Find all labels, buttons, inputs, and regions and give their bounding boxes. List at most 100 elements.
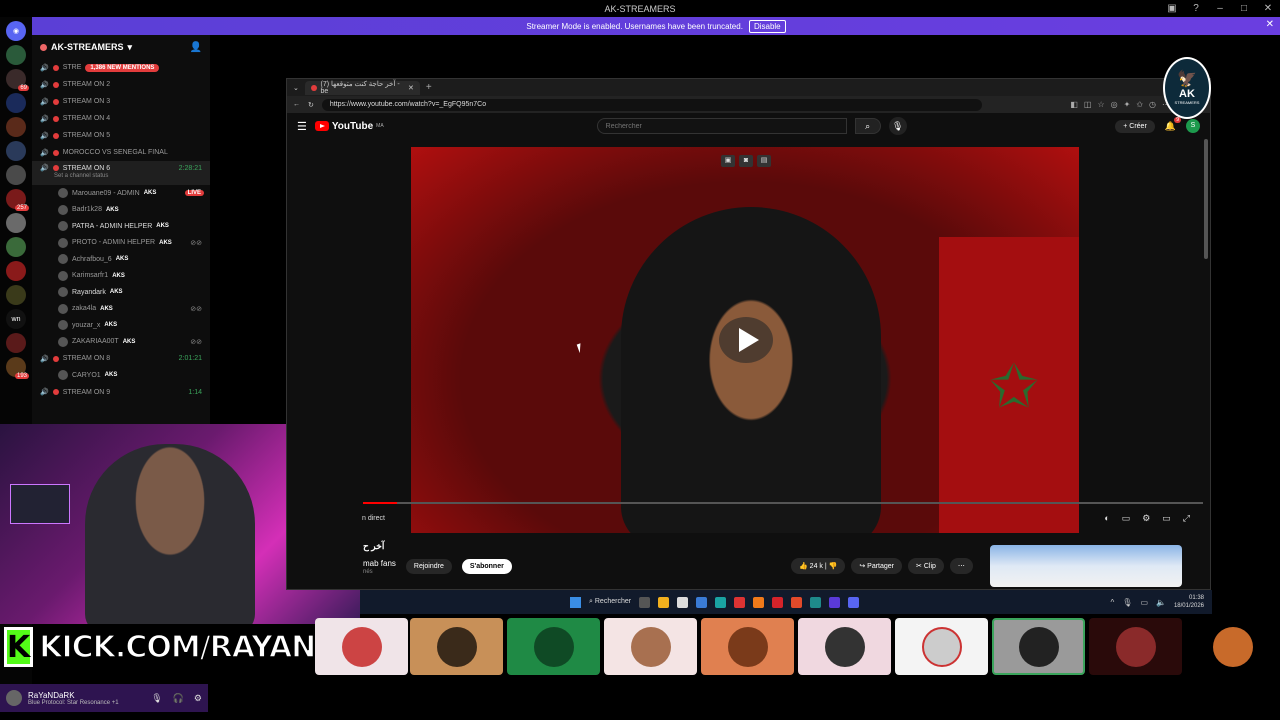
create-button[interactable]: + Créer [1115,119,1155,133]
voice-member[interactable]: PROTO - ADMIN HELPER AKS ⊘⊘ [32,235,210,252]
voice-search-icon[interactable]: 🎙 [888,117,907,135]
participant-tile[interactable] [798,618,891,675]
server-header[interactable]: AK-STREAMERS ▾ 👤 [32,35,210,59]
taskbar-search[interactable]: ⌕ Rechercher [589,598,631,606]
server-icon[interactable] [6,117,26,137]
discord-icon[interactable] [848,596,860,608]
server-icon[interactable] [6,141,26,161]
app-icon[interactable] [696,596,708,608]
file-explorer-icon[interactable] [658,596,670,608]
voice-member[interactable]: Rayandark AKS [32,284,210,301]
participant-tile[interactable] [604,618,697,675]
microphone-icon[interactable]: 🎙 [1122,598,1132,607]
server-icon[interactable] [6,213,26,233]
picture-in-picture-icon[interactable]: ▣ [721,155,735,167]
youtube-logo[interactable]: YouTube MA [314,121,384,132]
recommended-video-thumbnail[interactable] [990,545,1182,587]
gear-icon[interactable]: ⚙ [194,693,202,704]
channel-info[interactable]: mab fans nés [363,557,396,575]
microphone-icon[interactable]: 🎙 [151,693,162,704]
banner-close-icon[interactable]: ✕ [1266,19,1274,30]
server-icon[interactable] [6,237,26,257]
voice-channel[interactable]: 🔊 STRE 1,386 NEW MENTIONS [32,59,210,76]
extension-icon[interactable]: ◧ [1070,100,1078,109]
app-icon[interactable] [734,596,746,608]
participant-tile-speaking[interactable] [992,618,1085,675]
screenshot-icon[interactable]: ◙ [739,155,753,167]
voice-member[interactable]: PATRA - ADMIN HELPER AKS [32,218,210,235]
participant-tile[interactable] [701,618,794,675]
voice-member[interactable]: zaka4la AKS ⊘⊘ [32,301,210,318]
avatar[interactable] [6,690,22,706]
voice-channel[interactable]: 🔊 STREAM ON 8 2:01:21 [32,350,210,367]
favorites-icon[interactable]: ✩ [1136,100,1143,109]
close-icon[interactable]: ✕ [408,84,414,92]
maximize-icon[interactable]: □ [1232,0,1256,17]
server-icon[interactable] [6,165,26,185]
search-input[interactable] [596,118,847,134]
voice-member[interactable]: Marouane09 - ADMIN AKS LIVE [32,185,210,202]
user-info[interactable]: RaYaNDaRK Blue Protocol: Star Resonance … [28,691,119,706]
disable-streamer-mode-button[interactable]: Disable [748,19,786,33]
participant-tile[interactable] [1089,618,1182,675]
hamburger-menu-icon[interactable]: ☰ [297,120,307,133]
participant-tile[interactable] [315,618,408,675]
chevron-down-icon[interactable]: ⌄ [293,84,299,92]
url-field[interactable]: https://www.youtube.com/watch?v=_EgFQ95n… [321,98,982,111]
page-scrollbar[interactable] [1204,139,1208,259]
active-voice-channel[interactable]: 🔊 STREAM ON 6 2:28:21 Set a channel stat… [32,161,210,185]
share-button[interactable]: ↪ Partager [851,558,903,574]
server-icon[interactable]: 257 [6,189,29,211]
voice-channel[interactable]: 🔊 MOROCCO VS SENEGAL FINAL [32,144,210,161]
help-icon[interactable]: ? [1184,0,1208,17]
search-icon[interactable]: ⌕ [854,118,881,134]
server-icon[interactable]: 69 [6,69,29,91]
server-icon[interactable] [6,261,26,281]
reload-icon[interactable]: ↻ [308,101,314,109]
voice-member[interactable]: CARYO1 AKS [32,367,210,384]
store-icon[interactable] [677,596,689,608]
voice-channel[interactable]: 🔊 STREAM ON 5 [32,127,210,144]
voice-channel[interactable]: 🔊 STREAM ON 9 1:14 [32,384,210,401]
server-icon[interactable] [6,285,26,305]
server-icon[interactable]: 193 [6,357,29,379]
browser-tab[interactable]: (7) آخر حاجة كنت متوقعها - be ✕ [304,80,420,95]
participant-tile[interactable] [1186,618,1280,675]
fullscreen-icon[interactable]: ⤢ [1183,513,1190,524]
notifications-bell-icon[interactable]: 🔔 9 [1165,116,1181,132]
voice-channel[interactable]: 🔊 STREAM ON 2 [32,76,210,93]
back-icon[interactable]: ← [293,101,300,108]
extension-icon[interactable]: ◫ [1084,100,1092,109]
autoplay-toggle-icon[interactable]: ◐ [1104,513,1109,524]
voice-member[interactable]: youzar_x AKS [32,317,210,334]
voice-member[interactable]: Karimsarfr1 AKS [32,268,210,285]
server-icon[interactable] [6,93,26,113]
voice-channel[interactable]: 🔊 STREAM ON 3 [32,93,210,110]
voice-channel[interactable]: 🔊 STREAM ON 4 [32,110,210,127]
close-icon[interactable]: ✕ [1256,0,1280,17]
participant-tile[interactable] [895,618,988,675]
new-tab-icon[interactable]: + [426,82,432,93]
voice-member[interactable]: ZAKARIAA00T AKS ⊘⊘ [32,334,210,351]
subscribe-button[interactable]: S'abonner [461,558,512,574]
server-icon[interactable]: wn [6,309,26,329]
add-member-icon[interactable]: 👤 [190,42,202,53]
participant-tile[interactable] [507,618,600,675]
chevron-up-icon[interactable]: ^ [1111,598,1115,607]
video-progress-bar[interactable] [363,502,1203,504]
extension-icon[interactable]: ◎ [1111,100,1118,109]
server-icon[interactable] [6,333,26,353]
taskbar-clock[interactable]: 01:38 18/01/2026 [1174,594,1212,610]
download-icon[interactable]: ▤ [757,155,771,167]
history-icon[interactable]: ◷ [1149,100,1156,109]
settings-gear-icon[interactable]: ⚙ [1142,513,1150,524]
bookmark-star-icon[interactable]: ☆ [1097,100,1104,109]
app-icon[interactable] [772,596,784,608]
subtitles-icon[interactable]: ▭ [1122,513,1131,524]
voice-member[interactable]: Achrafbou_6 AKS [32,251,210,268]
new-mentions-badge[interactable]: 1,386 NEW MENTIONS [85,63,160,72]
like-button[interactable]: 👍 24 k | 👎 [791,558,846,574]
volume-icon[interactable]: 🔈 [1156,598,1166,607]
video-player[interactable]: ✩ ▣ ◙ ▤ [411,147,1079,533]
app-icon[interactable] [753,596,765,608]
